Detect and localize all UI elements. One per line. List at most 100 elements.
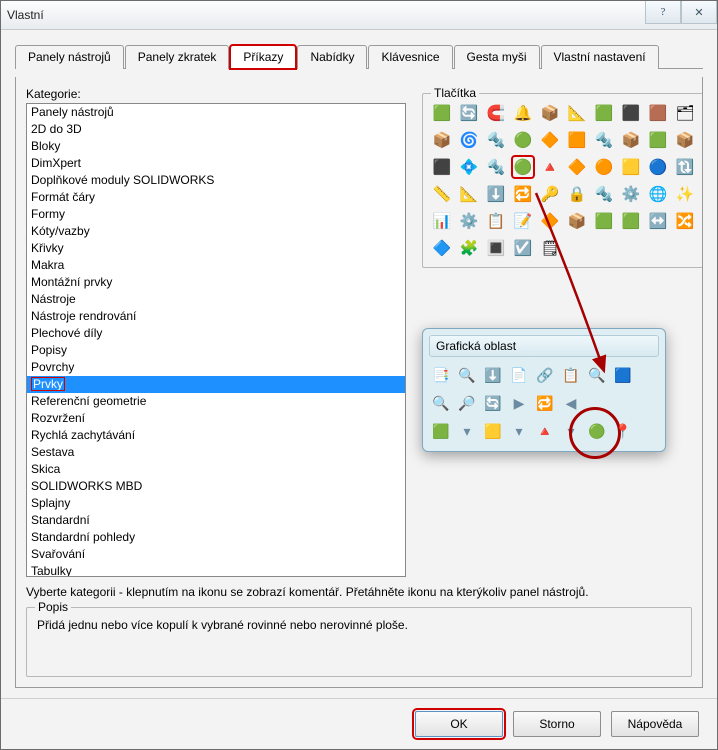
category-item[interactable]: Standardní pohledy xyxy=(27,529,405,546)
help-button[interactable]: ? xyxy=(645,1,681,24)
toolbar-icon[interactable]: 🔁 xyxy=(535,393,555,413)
category-item[interactable]: Splajny xyxy=(27,495,405,512)
command-icon[interactable]: 🟩 xyxy=(593,102,615,124)
category-item[interactable]: Formát čáry xyxy=(27,189,405,206)
toolbar-icon[interactable] xyxy=(587,393,607,413)
category-item[interactable]: Referenční geometrie xyxy=(27,393,405,410)
toolbar-icon[interactable]: 🔍 xyxy=(431,393,451,413)
category-item[interactable]: Tabulky xyxy=(27,563,405,577)
command-icon[interactable]: 🟧 xyxy=(566,129,588,151)
command-icon[interactable]: 🔶 xyxy=(539,129,561,151)
command-icon[interactable]: ⚙️ xyxy=(620,183,642,205)
category-item[interactable]: Svařování xyxy=(27,546,405,563)
command-icon[interactable]: 🟩 xyxy=(431,102,453,124)
categories-listbox[interactable]: Panely nástrojů2D do 3DBlokyDimXpertDopl… xyxy=(26,103,406,577)
command-icon[interactable]: 🟨 xyxy=(620,156,642,178)
ok-button[interactable]: OK xyxy=(415,711,503,737)
command-icon[interactable]: 🌀 xyxy=(458,129,480,151)
toolbar-icon[interactable]: 🔄 xyxy=(483,393,503,413)
toolbar-icon[interactable]: ▾ xyxy=(561,421,581,441)
toolbar-icon[interactable]: ▶ xyxy=(509,393,529,413)
category-item[interactable]: Formy xyxy=(27,206,405,223)
command-icon[interactable]: 🔁 xyxy=(512,183,534,205)
command-icon[interactable]: 🟢 xyxy=(512,129,534,151)
toolbar-icon[interactable]: ▾ xyxy=(457,421,477,441)
tab-gestures[interactable]: Gesta myši xyxy=(454,45,540,69)
command-icon[interactable]: 📦 xyxy=(620,129,642,151)
tab-keyboard[interactable]: Klávesnice xyxy=(368,45,452,69)
toolbar-icon[interactable]: 🔍 xyxy=(587,365,607,385)
tab-custom[interactable]: Vlastní nastavení xyxy=(541,45,659,69)
toolbar-icon[interactable]: 🔍 xyxy=(457,365,477,385)
command-icon[interactable]: 📐 xyxy=(566,102,588,124)
toolbar-icon[interactable] xyxy=(613,393,633,413)
command-icon[interactable]: 📊 xyxy=(431,210,453,232)
toolbar-icon[interactable]: 📑 xyxy=(431,365,451,385)
command-icon[interactable]: 🔑 xyxy=(539,183,561,205)
help-button-footer[interactable]: Nápověda xyxy=(611,711,699,737)
category-item[interactable]: 2D do 3D xyxy=(27,121,405,138)
command-icon[interactable]: 🔩 xyxy=(485,156,507,178)
toolbar-icon[interactable]: ⬇️ xyxy=(483,365,503,385)
toolbar-icon[interactable]: 📄 xyxy=(509,365,529,385)
command-icon[interactable]: ⬛ xyxy=(431,156,453,178)
toolbar-icon[interactable]: 🟩 xyxy=(431,421,451,441)
command-icon[interactable]: 🔀 xyxy=(674,210,696,232)
command-icon[interactable]: 📦 xyxy=(566,210,588,232)
category-item[interactable]: Popisy xyxy=(27,342,405,359)
toolbar-icon[interactable]: 🟦 xyxy=(613,365,633,385)
close-button[interactable]: ✕ xyxy=(681,1,717,24)
command-icon[interactable]: ⬇️ xyxy=(485,183,507,205)
command-icon[interactable]: 🟫 xyxy=(647,102,669,124)
command-icon[interactable]: 🌐 xyxy=(647,183,669,205)
command-icon[interactable]: 🗒 xyxy=(539,237,561,259)
command-icon[interactable]: 🔩 xyxy=(485,129,507,151)
command-icon[interactable]: 🔵 xyxy=(647,156,669,178)
tab-toolbars[interactable]: Panely nástrojů xyxy=(15,45,124,69)
command-icon[interactable]: 🔩 xyxy=(593,183,615,205)
command-icon[interactable]: 🔄 xyxy=(458,102,480,124)
command-icon[interactable]: 🧲 xyxy=(485,102,507,124)
category-item[interactable]: Prvky xyxy=(27,376,405,393)
command-icon[interactable]: 🟩 xyxy=(593,210,615,232)
category-item[interactable]: Bloky xyxy=(27,138,405,155)
category-item[interactable]: DimXpert xyxy=(27,155,405,172)
tab-commands[interactable]: Příkazy xyxy=(230,45,296,69)
category-item[interactable]: Doplňkové moduly SOLIDWORKS xyxy=(27,172,405,189)
command-icon[interactable]: 🟩 xyxy=(647,129,669,151)
command-icon[interactable]: 🟩 xyxy=(620,210,642,232)
command-icon[interactable]: ⚙️ xyxy=(458,210,480,232)
category-item[interactable]: Makra xyxy=(27,257,405,274)
toolbar-icon[interactable]: 🟨 xyxy=(483,421,503,441)
category-item[interactable]: Kóty/vazby xyxy=(27,223,405,240)
category-item[interactable]: Sestava xyxy=(27,444,405,461)
category-item[interactable]: Rychlá zachytávání xyxy=(27,427,405,444)
command-icon[interactable]: 🔩 xyxy=(593,129,615,151)
toolbar-icon[interactable]: 🟢 xyxy=(587,421,607,441)
command-icon[interactable]: ✨ xyxy=(674,183,696,205)
category-item[interactable]: Rozvržení xyxy=(27,410,405,427)
command-icon[interactable]: 📏 xyxy=(431,183,453,205)
toolbar-icon[interactable]: 📋 xyxy=(561,365,581,385)
tab-menus[interactable]: Nabídky xyxy=(297,45,367,69)
command-icon[interactable]: 📋 xyxy=(485,210,507,232)
category-item[interactable]: Skica xyxy=(27,461,405,478)
cancel-button[interactable]: Storno xyxy=(513,711,601,737)
command-icon[interactable]: 📦 xyxy=(431,129,453,151)
category-item[interactable]: Povrchy xyxy=(27,359,405,376)
command-icon[interactable]: 💠 xyxy=(458,156,480,178)
command-icon[interactable]: 📦 xyxy=(674,129,696,151)
command-icon[interactable]: ☑️ xyxy=(512,237,534,259)
command-icon[interactable]: 🔳 xyxy=(485,237,507,259)
command-icon[interactable]: 🔶 xyxy=(566,156,588,178)
command-icon[interactable]: 🔒 xyxy=(566,183,588,205)
command-icon[interactable]: 🔃 xyxy=(674,156,696,178)
command-icon[interactable]: ↔️ xyxy=(647,210,669,232)
command-icon[interactable]: 🧩 xyxy=(458,237,480,259)
command-icon[interactable]: 🔷 xyxy=(431,237,453,259)
category-item[interactable]: Panely nástrojů xyxy=(27,104,405,121)
command-icon[interactable]: 🟢 xyxy=(512,156,534,178)
command-icon-grid[interactable]: 🟩🔄🧲🔔📦📐🟩⬛🟫🗂📦🌀🔩🟢🔶🟧🔩📦🟩📦⬛💠🔩🟢🔺🔶🟠🟨🔵🔃📏📐⬇️🔁🔑🔒🔩⚙️… xyxy=(431,102,696,259)
toolbar-icon[interactable]: 🔺 xyxy=(535,421,555,441)
category-item[interactable]: Plechové díly xyxy=(27,325,405,342)
